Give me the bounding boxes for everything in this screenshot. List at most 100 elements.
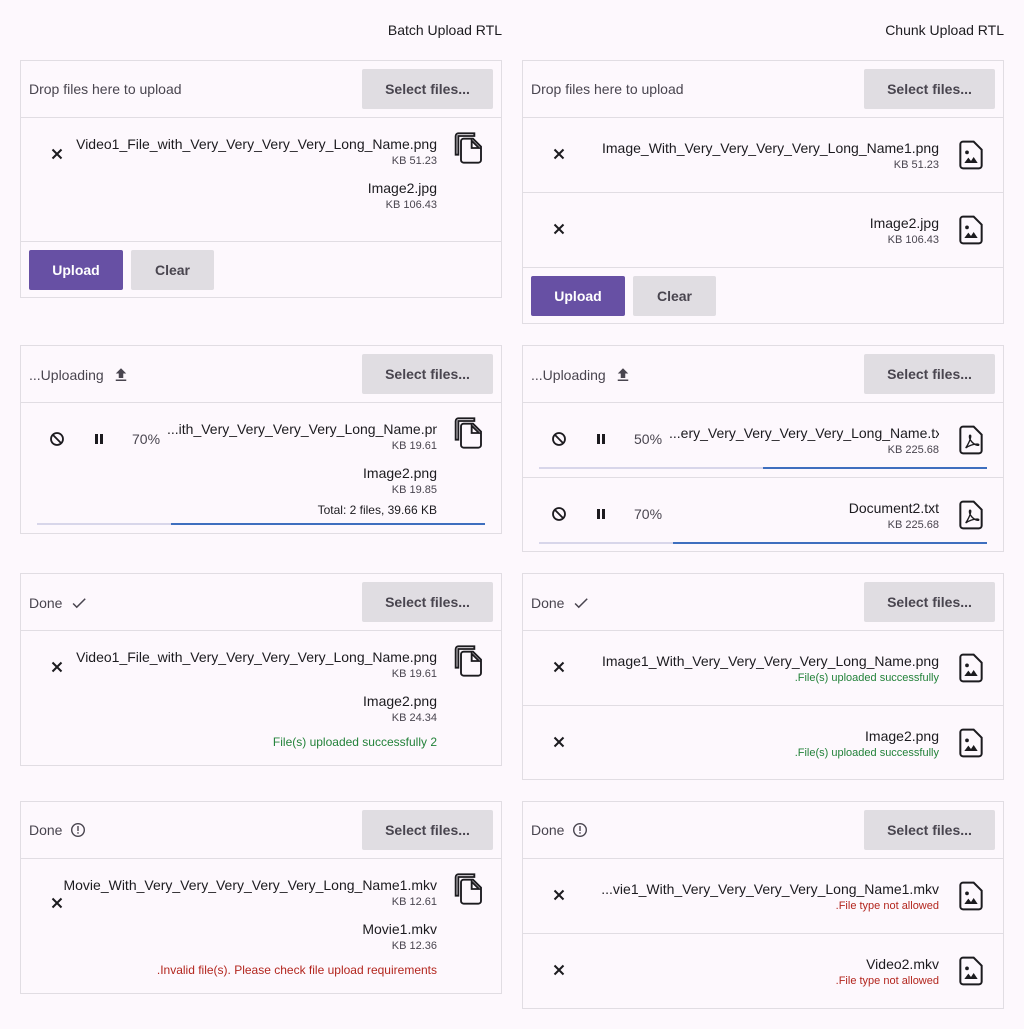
upload-header: Done Select files...: [21, 574, 501, 631]
upload-icon: [115, 368, 126, 381]
upload-button[interactable]: Upload: [531, 276, 625, 316]
file-item: Image2.png .File(s) uploaded successfull…: [523, 706, 1003, 780]
upload-button[interactable]: Upload: [29, 250, 123, 290]
pause-upload-button[interactable]: [591, 429, 611, 449]
status-text: Done: [29, 595, 63, 611]
chunk-upload-card-selected: Drop files here to upload Select files..…: [522, 60, 1004, 324]
select-files-button[interactable]: Select files...: [864, 810, 995, 850]
close-icon: [553, 661, 565, 673]
file-name: Video2.mkv: [866, 956, 939, 972]
action-bar: Upload Clear: [523, 268, 1003, 324]
error-message: .Invalid file(s). Please check file uplo…: [156, 963, 437, 977]
file-name: Movie1.mkv: [362, 921, 437, 937]
file-size: KB 12.36: [391, 940, 437, 952]
progress-bar: [539, 542, 987, 544]
select-files-button[interactable]: Select files...: [362, 810, 493, 850]
select-files-button[interactable]: Select files...: [864, 582, 995, 622]
progress-fill: [673, 542, 987, 544]
close-icon: [553, 148, 565, 160]
chunk-upload-title: Chunk Upload RTL: [885, 22, 1004, 38]
progress-fill: [171, 523, 485, 525]
close-icon: [51, 661, 63, 673]
batch-upload-card-invalid: Done Select files... Movie_With_Very_Ver…: [20, 801, 502, 994]
image-file-icon: [959, 140, 983, 170]
upload-icon: [617, 368, 628, 381]
check-icon: [575, 598, 589, 609]
remove-file-button[interactable]: [47, 144, 67, 164]
image-file-icon: [959, 956, 983, 986]
pause-upload-button[interactable]: [89, 429, 109, 449]
status-text: Done: [531, 595, 565, 611]
file-size: KB 19.85: [391, 484, 437, 496]
file-size: KB 51.23: [391, 155, 437, 167]
file-item: Video2.mkv .File type not allowed: [523, 934, 1003, 1008]
progress-bar: [37, 523, 485, 525]
cancel-upload-button[interactable]: [549, 429, 569, 449]
upload-percent: 70%: [634, 506, 663, 522]
upload-status: ...Uploading: [29, 366, 130, 384]
file-name: ...vie1_With_Very_Very_Very_Very_Long_Na…: [601, 881, 939, 897]
pause-icon: [597, 434, 605, 444]
close-icon: [553, 889, 565, 901]
upload-header: Drop files here to upload Select files..…: [523, 61, 1003, 118]
file-name: ...ith_Very_Very_Very_Very_Long_Name.png: [167, 421, 437, 437]
chunk-upload-card-invalid: Done Select files... ...vie1_With_Very_V…: [522, 801, 1004, 1009]
clear-button[interactable]: Clear: [633, 276, 716, 316]
check-icon: [73, 598, 87, 609]
upload-status: Done: [531, 594, 590, 612]
select-files-button[interactable]: Select files...: [362, 582, 493, 622]
remove-file-button[interactable]: [549, 885, 569, 905]
file-name: Image1_With_Very_Very_Very_Very_Long_Nam…: [602, 653, 939, 669]
file-item: Image_With_Very_Very_Very_Very_Long_Name…: [523, 118, 1003, 193]
close-icon: [51, 897, 63, 909]
action-bar: Upload Clear: [21, 241, 501, 298]
chunk-upload-card-uploading: ...Uploading Select files... 50% ...ery_…: [522, 345, 1004, 552]
upload-status: Done: [29, 594, 88, 612]
pause-icon: [597, 509, 605, 519]
remove-file-button[interactable]: [47, 893, 67, 913]
file-size: KB 24.34: [391, 712, 437, 724]
cancel-upload-button[interactable]: [47, 429, 67, 449]
file-item: Image2.jpg KB 106.43: [523, 193, 1003, 268]
upload-header: Done Select files...: [523, 574, 1003, 631]
image-file-icon: [959, 215, 983, 245]
close-icon: [553, 964, 565, 976]
upload-header: Done Select files...: [523, 802, 1003, 859]
clear-button[interactable]: Clear: [131, 250, 214, 290]
select-files-button[interactable]: Select files...: [362, 354, 493, 394]
drop-zone-label: Drop files here to upload: [531, 81, 684, 97]
remove-file-button[interactable]: [549, 219, 569, 239]
file-size: KB 19.61: [391, 668, 437, 680]
multiple-files-icon: [454, 132, 482, 164]
remove-file-button[interactable]: [549, 960, 569, 980]
file-item: 50% ...ery_Very_Very_Very_Very_Long_Name…: [523, 403, 1003, 478]
upload-header: ...Uploading Select files...: [21, 346, 501, 403]
remove-file-button[interactable]: [549, 732, 569, 752]
remove-file-button[interactable]: [47, 657, 67, 677]
success-message: .File(s) uploaded successfully: [794, 672, 939, 684]
file-size: KB 225.68: [887, 519, 939, 531]
select-files-button[interactable]: Select files...: [864, 354, 995, 394]
warning-icon: [573, 822, 588, 838]
cancel-upload-button[interactable]: [549, 504, 569, 524]
pdf-file-icon: [959, 425, 983, 455]
batch-upload-card-selected: Drop files here to upload Select files..…: [20, 60, 502, 298]
upload-header: Done Select files...: [21, 802, 501, 859]
file-item: Image1_With_Very_Very_Very_Very_Long_Nam…: [523, 631, 1003, 706]
select-files-button[interactable]: Select files...: [864, 69, 995, 109]
upload-header: ...Uploading Select files...: [523, 346, 1003, 403]
status-text: Done: [531, 822, 565, 838]
file-item: 70% Document2.txt KB 225.68: [523, 478, 1003, 552]
pause-upload-button[interactable]: [591, 504, 611, 524]
file-name: Video1_File_with_Very_Very_Very_Very_Lon…: [76, 649, 437, 665]
remove-file-button[interactable]: [549, 657, 569, 677]
pdf-file-icon: [959, 500, 983, 530]
file-name: ...ery_Very_Very_Very_Very_Long_Name.txt: [669, 425, 939, 441]
multiple-files-icon: [454, 417, 482, 449]
select-files-button[interactable]: Select files...: [362, 69, 493, 109]
file-name: Image2.png: [865, 728, 939, 744]
remove-file-button[interactable]: [549, 144, 569, 164]
file-name: Image2.jpg: [869, 215, 939, 231]
image-file-icon: [959, 881, 983, 911]
image-file-icon: [959, 728, 983, 758]
